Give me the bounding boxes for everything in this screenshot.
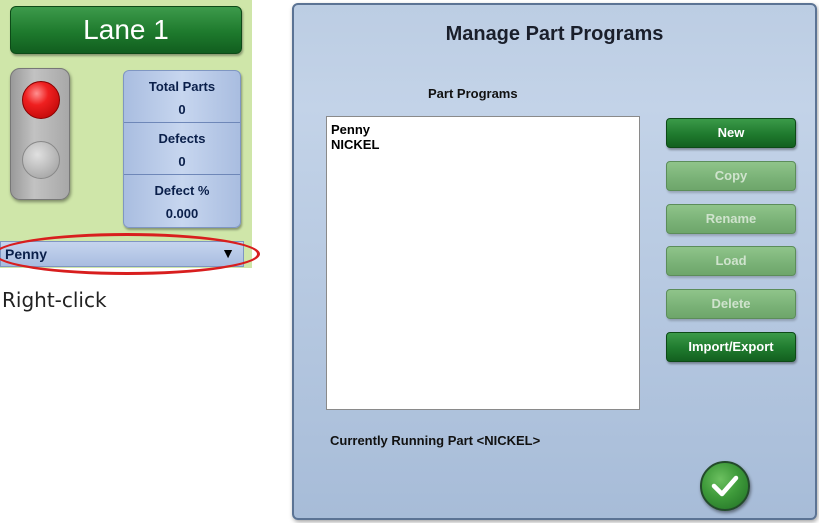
lane-panel: Lane 1 Total Parts 0 Defects 0 Defect % …: [0, 0, 260, 275]
triangle-down-icon[interactable]: ▼: [221, 245, 235, 261]
status-light: [10, 68, 70, 200]
stat-label: Total Parts: [148, 79, 216, 94]
import-export-button[interactable]: Import/Export: [666, 332, 796, 362]
stat-defect-percent: Defect % 0.000: [124, 175, 240, 227]
stat-label: Defect %: [154, 183, 210, 198]
load-button[interactable]: Load: [666, 246, 796, 276]
selected-part-label: Penny: [5, 246, 48, 262]
inactive-light-icon: [22, 141, 60, 179]
list-item[interactable]: NICKEL: [327, 137, 639, 152]
dialog-title: Manage Part Programs: [445, 23, 664, 45]
red-light-icon: [22, 81, 60, 119]
checkmark-icon: [711, 475, 739, 497]
new-button[interactable]: New: [666, 118, 796, 148]
delete-button[interactable]: Delete: [666, 289, 796, 319]
copy-button[interactable]: Copy: [666, 161, 796, 191]
stat-value: 0.000: [165, 206, 199, 221]
stat-value: 0: [178, 154, 186, 169]
rename-button[interactable]: Rename: [666, 204, 796, 234]
part-programs-label: Part Programs: [428, 86, 518, 101]
list-item[interactable]: Penny: [327, 117, 639, 137]
stat-label: Defects: [158, 131, 206, 146]
stat-value: 0: [178, 102, 186, 117]
lane-title: Lane 1: [10, 6, 242, 54]
lane-stats: Total Parts 0 Defects 0 Defect % 0.000: [123, 70, 241, 228]
part-program-dropdown[interactable]: Penny ▼: [0, 241, 244, 267]
currently-running-part: Currently Running Part <NICKEL>: [330, 433, 541, 448]
stat-total-parts: Total Parts 0: [124, 71, 240, 123]
part-programs-list[interactable]: Penny NICKEL: [326, 116, 640, 410]
manage-part-programs-dialog: Manage Part Programs Part Programs Penny…: [292, 3, 817, 520]
stat-defects: Defects 0: [124, 123, 240, 175]
instruction-caption: Right-click: [2, 288, 107, 312]
ok-button[interactable]: [700, 461, 750, 511]
